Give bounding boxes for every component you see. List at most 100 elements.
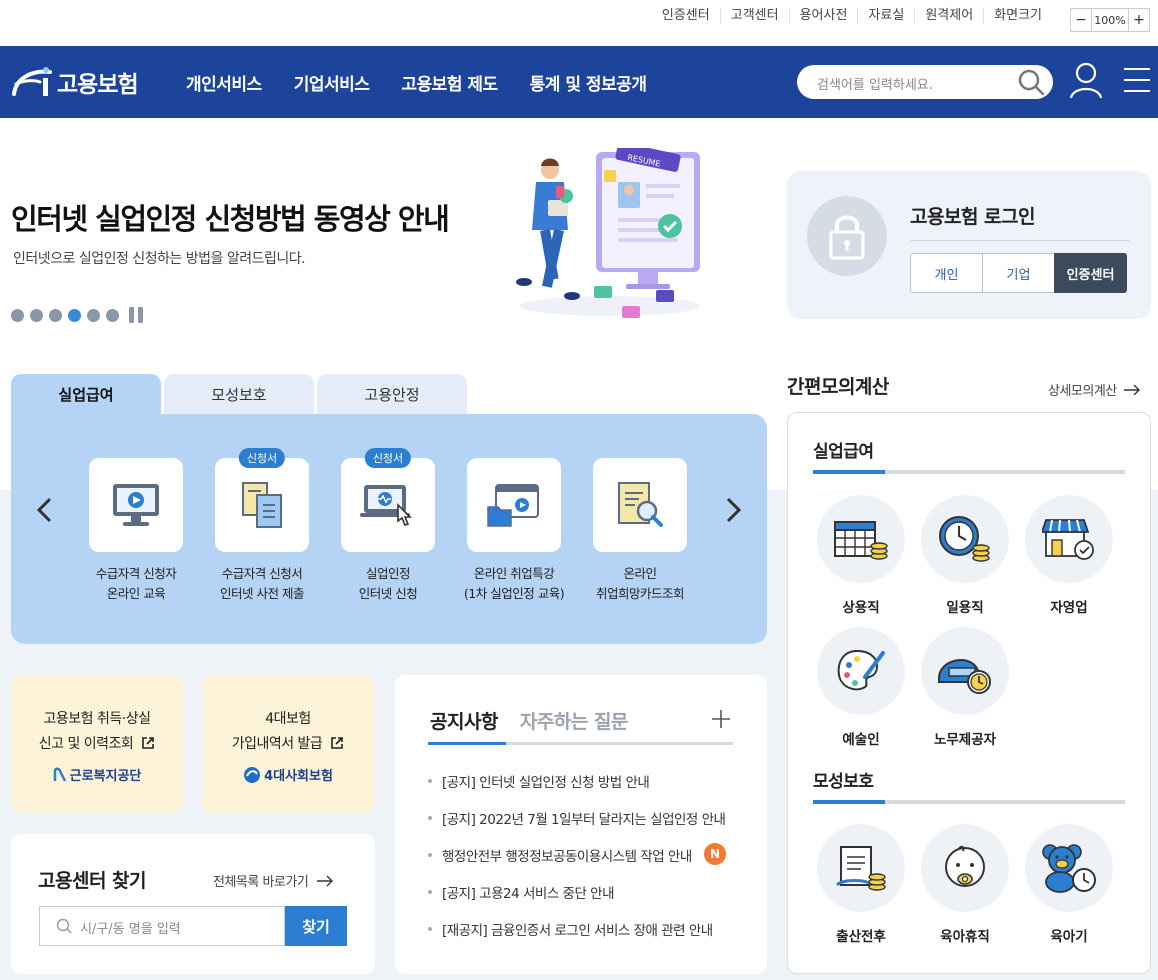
service-item-job-card[interactable]: 온라인취업희망카드조회 [577,458,703,604]
full-list-link[interactable]: 전체목록 바로가기 [213,871,334,890]
service-label: 인터넷 사전 제출 [220,586,304,601]
tab-notice[interactable]: 공지사항 [430,707,498,734]
card-line: 가입내역서 발급 [231,736,323,752]
zoom-out-button[interactable]: − [1071,9,1091,31]
plus-icon[interactable] [711,709,731,729]
lock-icon [807,196,887,276]
calc-item-parental-leave[interactable]: 육아휴직 [915,824,1015,945]
region-search-placeholder: 시/구/동 명을 입력 [80,922,181,937]
find-button[interactable]: 찾기 [285,906,347,946]
util-link-remote[interactable]: 원격제어 [914,9,983,23]
card-line: 4대보험 [265,711,311,727]
calc-item-label: 예술인 [842,732,880,748]
notice-item[interactable]: [공지] 2022년 7월 1일부터 달라지는 실업인정 안내 [428,808,738,845]
nav-personal[interactable]: 개인서비스 [186,70,262,95]
arrow-right-icon [1123,384,1140,395]
calc-section-maternity: 모성보호 [813,772,874,792]
login-personal-button[interactable]: 개인 [910,253,983,293]
detail-calc-link-label: 상세모의계산 [1048,384,1117,399]
calc-item-maternity-leave[interactable]: 출산전후 [811,824,911,945]
service-item-job-lecture[interactable]: 온라인 취업특강 (1차 실업인정 교육) [451,458,577,604]
pause-icon[interactable] [129,307,147,323]
full-list-link-label: 전체목록 바로가기 [213,875,309,890]
logo-mark-icon [12,67,52,96]
login-business-button[interactable]: 기업 [982,253,1055,293]
detail-calc-link[interactable]: 상세모의계산 [1048,380,1141,399]
slide-dot[interactable] [49,308,62,322]
calc-panel: 실업급여 상용직 일용직 자영업 예술인 노무제공자 모성보호 출산전후 육아휴… [787,412,1151,974]
search-box[interactable]: 검색어를 입력하세요. [797,65,1053,99]
chevron-right-icon[interactable] [723,496,743,524]
tab-employment-stability[interactable]: 고용안정 [317,374,467,414]
nav-insurance-system[interactable]: 고용보험 제도 [401,70,498,95]
util-link-cert[interactable]: 인증센터 [652,9,720,23]
service-item-pre-submit[interactable]: 신청서 수급자격 신청서 인터넷 사전 제출 [199,448,325,604]
service-item-online-apply[interactable]: 신청서 실업인정 인터넷 신청 [325,448,451,604]
slide-dot-active[interactable] [68,308,81,322]
search-input[interactable]: 검색어를 입력하세요. [817,74,933,93]
util-link-archive[interactable]: 자료실 [857,9,914,23]
calc-item-childcare[interactable]: 육아기 [1019,824,1119,945]
util-link-screen-size: 화면크기 [983,9,1052,23]
document-icon [242,482,282,528]
hero-subtitle: 인터넷으로 실업인정 신청하는 방법을 알려드립니다. [13,251,306,267]
service-label: 온라인 취업특강 [473,566,555,581]
service-label: (1차 실업인정 교육) [463,586,565,601]
main-nav: 개인서비스 기업서비스 고용보험 제도 통계 및 정보공개 [186,70,679,95]
tab-maternity[interactable]: 모성보호 [164,374,314,414]
calc-item-self-employed[interactable]: 자영업 [1019,495,1119,616]
notice-tabs: 공지사항 자주하는 질문 [430,707,650,734]
calc-section-underline [813,470,1125,474]
service-panel: 수급자격 신청자 온라인 교육 신청서 수급자격 신청서 인터넷 사전 제출 신청서 [11,414,767,644]
new-badge: N [703,843,726,865]
store-icon [1042,519,1094,560]
calc-item-label: 육아휴직 [940,929,990,945]
slide-dot[interactable] [87,308,100,322]
search-icon[interactable] [1017,68,1045,96]
resume-illustration-icon: RESUME [516,148,700,318]
hero-title[interactable]: 인터넷 실업인정 신청방법 동영상 안내 [11,196,450,238]
notice-item[interactable]: [재공지] 금융인증서 로그인 서비스 장애 관련 안내 [428,919,738,956]
calc-item-daily[interactable]: 일용직 [915,495,1015,616]
zoom-in-button[interactable]: + [1129,9,1149,31]
site-logo[interactable]: 고용보험 [10,64,139,100]
card-4-insurance[interactable]: 4대보험 가입내역서 발급 4대사회보험 [202,675,374,813]
service-label: 취업희망카드조회 [595,586,685,601]
service-label: 온라인 [623,566,657,581]
login-divider [910,240,1130,241]
login-cert-center-button[interactable]: 인증센터 [1054,253,1127,293]
tab-faq[interactable]: 자주하는 질문 [520,707,629,734]
calc-section-unemployment: 실업급여 [813,442,874,462]
form-badge: 신청서 [238,448,286,468]
calc-item-labor-provider[interactable]: 노무제공자 [915,627,1015,748]
zoom-control: − 100% + [1070,8,1150,32]
calc-item-label: 출산전후 [836,929,886,945]
search-icon [56,918,72,934]
teddy-bear-clock-icon [1042,844,1096,893]
login-tabs: 개인 기업 인증센터 [910,253,1127,293]
slide-dot[interactable] [106,308,119,322]
notice-item[interactable]: [공지] 고용24 서비스 중단 안내 [428,882,738,919]
tab-unemployment[interactable]: 실업급여 [11,374,161,415]
nav-business[interactable]: 기업서비스 [294,70,370,95]
calendar-coins-icon [834,521,888,560]
user-icon[interactable] [1069,62,1103,100]
util-link-customer[interactable]: 고객센터 [719,9,789,23]
slide-dot[interactable] [30,308,43,322]
notice-item[interactable]: [공지] 인터넷 실업인정 신청 방법 안내 [428,771,738,808]
card-insurance-history[interactable]: 고용보험 취득·상실 신고 및 이력조회 근로복지공단 [11,675,183,813]
hamburger-menu-icon[interactable] [1124,68,1150,101]
service-item-online-edu[interactable]: 수급자격 신청자 온라인 교육 [73,458,199,604]
region-search-input[interactable]: 시/구/동 명을 입력 [39,906,285,946]
document-coins-icon [835,846,886,891]
slide-dot[interactable] [11,308,24,322]
calc-item-artist[interactable]: 예술인 [811,627,911,748]
external-link-icon [331,737,344,749]
nav-statistics[interactable]: 통계 및 정보공개 [530,70,647,95]
baby-face-icon [945,845,985,887]
notice-item[interactable]: 행정안전부 행정정보공동이용시스템 작업 안내 N [428,843,738,882]
video-monitor-icon [113,484,159,526]
chevron-left-icon[interactable] [35,496,55,524]
util-link-glossary[interactable]: 용어사전 [788,9,858,23]
calc-item-regular[interactable]: 상용직 [811,495,911,616]
